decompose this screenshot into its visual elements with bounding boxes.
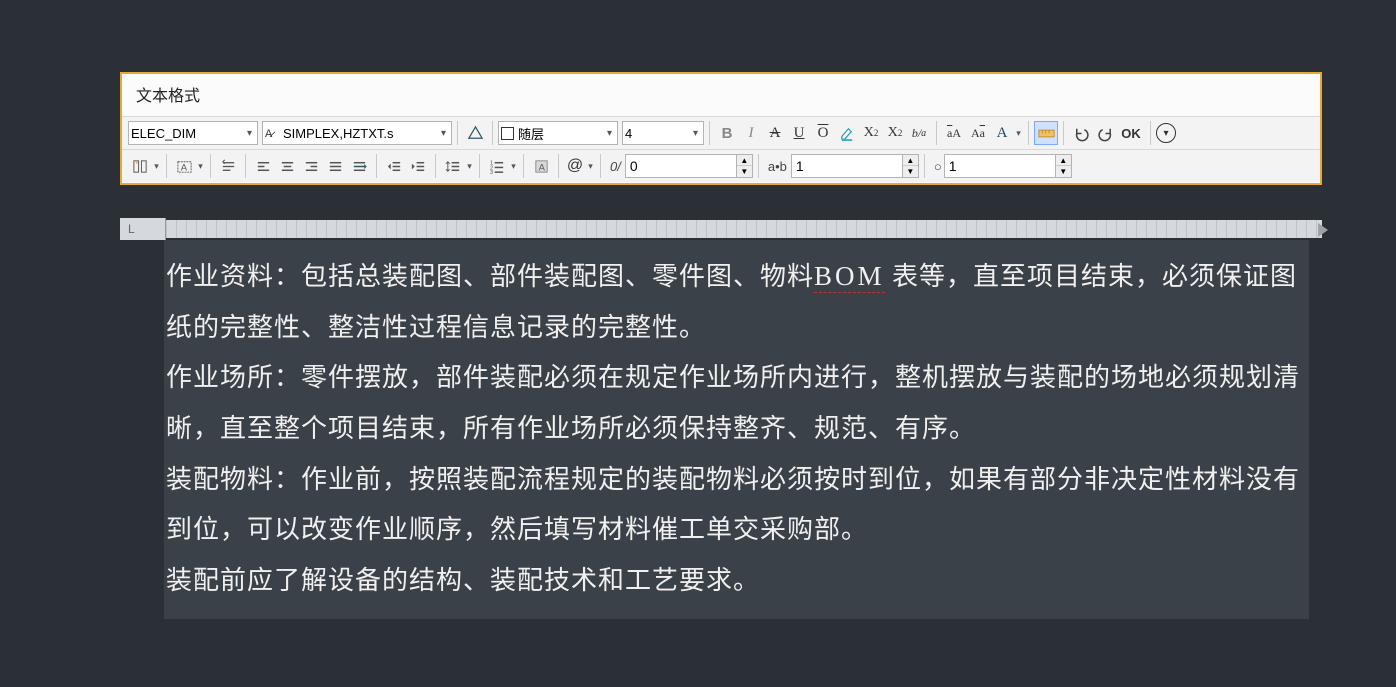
color-swatch <box>501 127 514 140</box>
indent-decrease-button[interactable] <box>382 154 406 178</box>
toolbar-row-2: ▾ A ▾ ▾ 123 ▾ A @ ▾ 0/ ▲▼ <box>122 150 1320 182</box>
columns-button[interactable] <box>128 154 152 178</box>
font-dropdown[interactable]: A̷ SIMPLEX,HZTXT.s ▾ <box>262 121 452 145</box>
font-value: SIMPLEX,HZTXT.s <box>283 126 394 141</box>
align-distribute-button[interactable] <box>347 154 371 178</box>
uppercase-button[interactable]: aA <box>942 121 966 145</box>
underline-button[interactable]: U <box>787 121 811 145</box>
mtext-ruler: L <box>120 218 1322 240</box>
font-icon: A̷ <box>265 125 281 141</box>
svg-text:A̷: A̷ <box>265 128 275 140</box>
options-menu-button[interactable]: ▾ <box>1156 123 1176 143</box>
svg-text:3: 3 <box>489 170 492 175</box>
spin-down-icon[interactable]: ▼ <box>737 166 752 177</box>
chevron-down-icon[interactable]: ▾ <box>465 154 474 178</box>
tracking-label: a•b <box>768 159 787 174</box>
subscript-button[interactable]: X2 <box>883 121 907 145</box>
spin-up-icon[interactable]: ▲ <box>737 155 752 166</box>
width-factor-spinner[interactable]: ▲▼ <box>944 154 1072 178</box>
color-value: 随层 <box>518 124 544 143</box>
field-button[interactable]: A <box>529 154 553 178</box>
numbering-button[interactable]: 123 <box>485 154 509 178</box>
indent-increase-button[interactable] <box>406 154 430 178</box>
mtext-mask-button[interactable]: A <box>172 154 196 178</box>
chevron-down-icon[interactable]: ▾ <box>1014 121 1023 145</box>
ok-button[interactable]: OK <box>1117 121 1145 145</box>
italic-button[interactable]: I <box>739 121 763 145</box>
text-color-button[interactable]: A <box>990 121 1014 145</box>
chevron-down-icon[interactable]: ▾ <box>586 154 595 178</box>
chevron-down-icon: ▾ <box>604 128 615 139</box>
ruler-width-grip-icon[interactable] <box>1318 223 1328 237</box>
oblique-label: 0/ <box>610 159 621 174</box>
chevron-down-icon[interactable]: ▾ <box>509 154 518 178</box>
tracking-input[interactable] <box>792 155 902 177</box>
height-dropdown[interactable]: 4 ▾ <box>622 121 704 145</box>
paragraph-4[interactable]: 装配前应了解设备的结构、装配技术和工艺要求。 <box>166 556 1307 607</box>
paragraph-3[interactable]: 装配物料：作业前，按照装配流程规定的装配物料必须按时到位，如果有部分非决定性材料… <box>166 455 1307 556</box>
spin-down-icon[interactable]: ▼ <box>1056 166 1071 177</box>
align-left-button[interactable] <box>251 154 275 178</box>
chevron-down-icon: ▾ <box>690 128 701 139</box>
mtext-editor[interactable]: 作业资料：包括总装配图、部件装配图、零件图、物料BOM 表等，直至项目结束，必须… <box>164 240 1309 619</box>
line-spacing-button[interactable] <box>441 154 465 178</box>
style-dropdown[interactable]: ELEC_DIM ▾ <box>128 121 258 145</box>
ruler-corner: L <box>120 218 166 240</box>
height-value: 4 <box>625 126 632 141</box>
ruler-scale[interactable] <box>166 220 1322 238</box>
oblique-input[interactable] <box>626 155 736 177</box>
paragraph-2[interactable]: 作业场所：零件摆放，部件装配必须在规定作业场所内进行，整机摆放与装配的场地必须规… <box>166 353 1307 454</box>
annotative-button[interactable] <box>463 121 487 145</box>
style-value: ELEC_DIM <box>131 126 196 141</box>
toolbar-title: 文本格式 <box>122 74 1320 117</box>
align-center-button[interactable] <box>275 154 299 178</box>
toolbar-row-1: ELEC_DIM ▾ A̷ SIMPLEX,HZTXT.s ▾ 随层 ▾ 4 ▾… <box>122 117 1320 150</box>
symbol-button[interactable]: @ <box>564 154 586 178</box>
bom-text: BOM <box>814 261 885 293</box>
stack-button[interactable]: b/a <box>907 121 931 145</box>
chevron-down-icon: ▾ <box>244 128 255 139</box>
chevron-down-icon[interactable]: ▾ <box>152 154 161 178</box>
chevron-down-icon: ▾ <box>438 128 449 139</box>
spin-down-icon[interactable]: ▼ <box>903 166 918 177</box>
paragraph-button[interactable] <box>216 154 240 178</box>
width-factor-label: ○ <box>934 159 940 174</box>
align-justify-button[interactable] <box>323 154 347 178</box>
align-right-button[interactable] <box>299 154 323 178</box>
ruler-toggle-button[interactable] <box>1034 121 1058 145</box>
tracking-spinner[interactable]: ▲▼ <box>791 154 919 178</box>
color-dropdown[interactable]: 随层 ▾ <box>498 121 618 145</box>
spin-up-icon[interactable]: ▲ <box>903 155 918 166</box>
svg-text:A: A <box>180 162 187 173</box>
lowercase-button[interactable]: Aa <box>966 121 990 145</box>
superscript-button[interactable]: X2 <box>859 121 883 145</box>
bold-button[interactable]: B <box>715 121 739 145</box>
redo-button[interactable] <box>1093 121 1117 145</box>
undo-button[interactable] <box>1069 121 1093 145</box>
svg-text:A: A <box>538 162 545 173</box>
highlight-color-button[interactable] <box>835 121 859 145</box>
paragraph-1[interactable]: 作业资料：包括总装配图、部件装配图、零件图、物料BOM 表等，直至项目结束，必须… <box>166 250 1307 353</box>
strikethrough-button[interactable]: A <box>763 121 787 145</box>
oblique-spinner[interactable]: ▲▼ <box>625 154 753 178</box>
overline-button[interactable]: O <box>811 121 835 145</box>
width-factor-input[interactable] <box>945 155 1055 177</box>
text-format-toolbar: 文本格式 ELEC_DIM ▾ A̷ SIMPLEX,HZTXT.s ▾ 随层 … <box>120 72 1322 185</box>
chevron-down-icon[interactable]: ▾ <box>196 154 205 178</box>
spin-up-icon[interactable]: ▲ <box>1056 155 1071 166</box>
